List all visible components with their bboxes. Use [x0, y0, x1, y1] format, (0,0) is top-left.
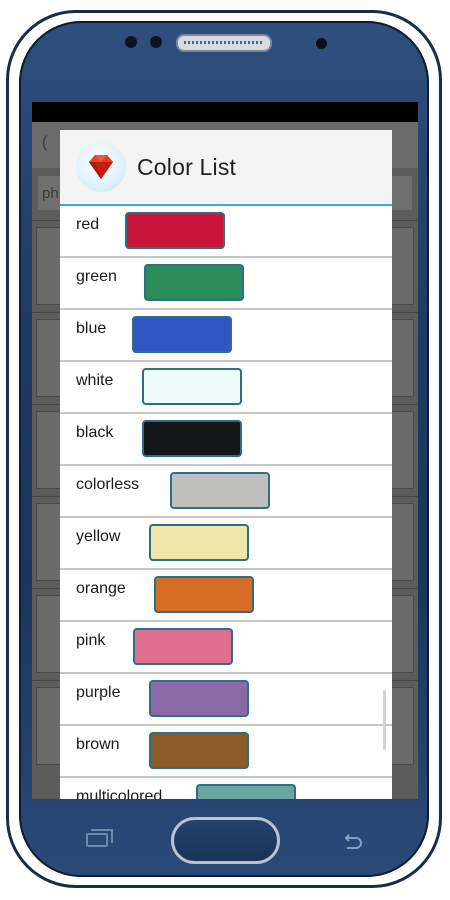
color-label: white: [76, 372, 114, 389]
proximity-sensor: [125, 36, 137, 48]
list-item[interactable]: purple: [60, 674, 392, 726]
color-swatch: [196, 784, 296, 799]
color-swatch: [125, 212, 225, 249]
color-label: red: [76, 216, 100, 233]
list-item[interactable]: multicolored: [60, 778, 392, 799]
back-icon[interactable]: [340, 832, 364, 854]
home-button[interactable]: [171, 817, 280, 864]
earpiece-speaker: [176, 34, 272, 52]
color-label: purple: [76, 684, 121, 701]
color-label: yellow: [76, 528, 121, 545]
color-label: pink: [76, 632, 106, 649]
color-swatch: [144, 264, 244, 301]
color-list[interactable]: red green blue white black colorless yel…: [60, 206, 392, 799]
dialog-header: Color List: [60, 130, 392, 206]
list-item[interactable]: red: [60, 206, 392, 258]
background-field-text: ph: [42, 185, 59, 202]
color-swatch: [142, 420, 242, 457]
scrollbar[interactable]: [383, 690, 386, 750]
list-item[interactable]: colorless: [60, 466, 392, 518]
ruby-gem-icon: [76, 142, 126, 192]
list-item[interactable]: green: [60, 258, 392, 310]
list-item[interactable]: brown: [60, 726, 392, 778]
list-item[interactable]: orange: [60, 570, 392, 622]
color-list-dialog: Color List red green blue white black co…: [60, 130, 392, 799]
recent-apps-icon[interactable]: [86, 829, 113, 847]
color-swatch: [149, 680, 249, 717]
list-item[interactable]: white: [60, 362, 392, 414]
list-item[interactable]: pink: [60, 622, 392, 674]
list-item[interactable]: yellow: [60, 518, 392, 570]
color-label: colorless: [76, 476, 140, 493]
color-swatch: [133, 628, 233, 665]
list-item[interactable]: black: [60, 414, 392, 466]
color-label: multicolored: [76, 788, 163, 799]
color-label: orange: [76, 580, 126, 597]
color-swatch: [149, 732, 249, 769]
color-swatch: [149, 524, 249, 561]
light-sensor: [150, 36, 162, 48]
color-swatch: [154, 576, 254, 613]
front-camera: [316, 38, 327, 49]
background-header-text: (: [42, 134, 48, 151]
dialog-title: Color List: [137, 154, 237, 180]
list-item[interactable]: blue: [60, 310, 392, 362]
color-label: blue: [76, 320, 107, 337]
color-swatch: [132, 316, 232, 353]
status-bar: [32, 102, 418, 122]
color-label: green: [76, 268, 117, 285]
color-label: brown: [76, 736, 120, 753]
color-label: black: [76, 424, 114, 441]
screen: ( ph Color List red green blue white bla…: [32, 102, 418, 799]
color-swatch: [170, 472, 270, 509]
color-swatch: [142, 368, 242, 405]
